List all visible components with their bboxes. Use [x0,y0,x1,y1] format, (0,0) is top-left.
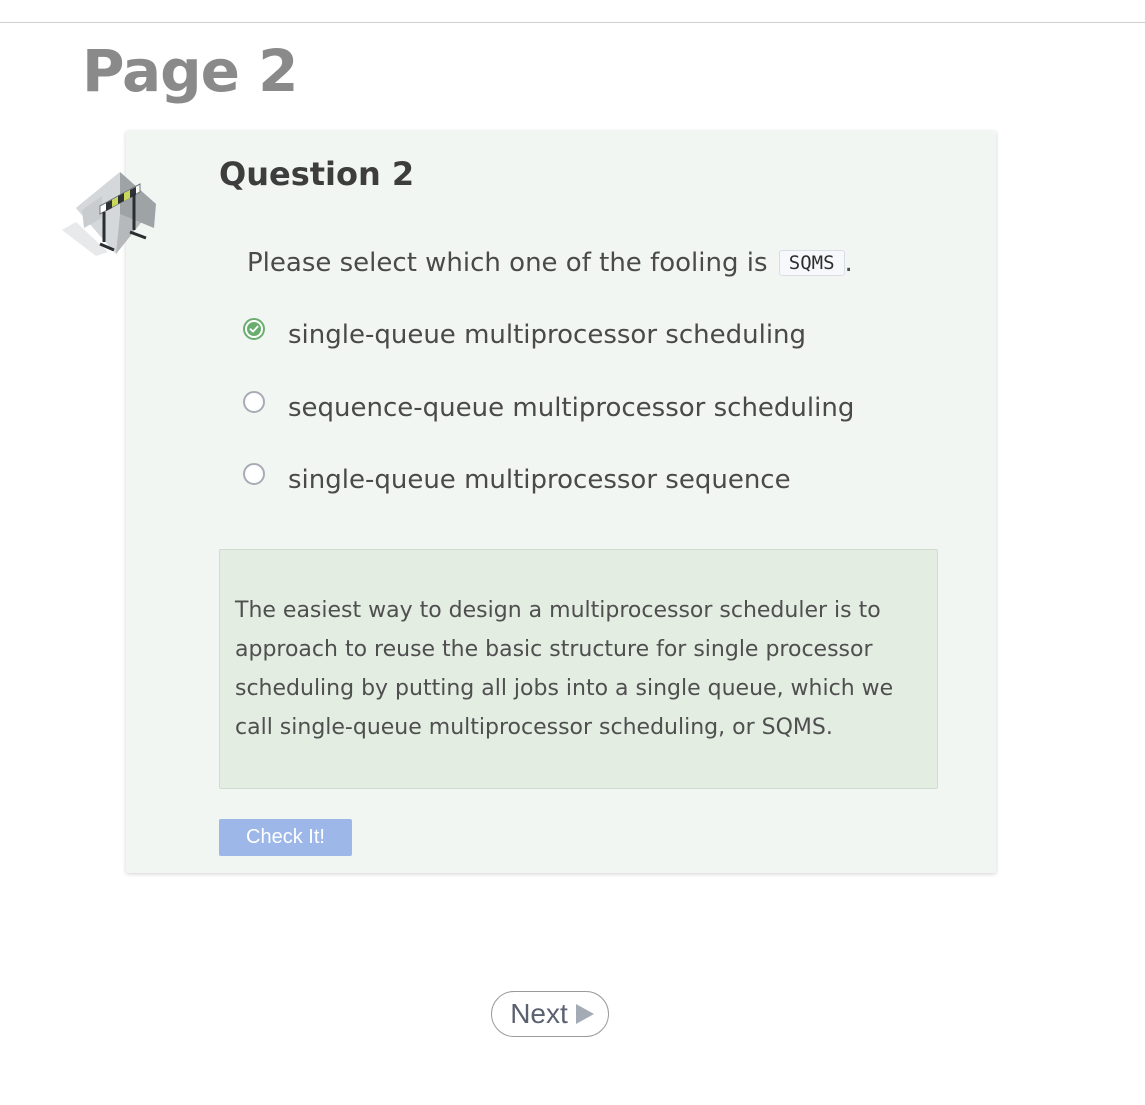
prompt-text: Please select which one of the fooling i… [247,248,768,278]
construction-barrier-icon [62,170,158,258]
feedback-text: The easiest way to design a multiprocess… [235,598,894,740]
check-it-button[interactable]: Check It! [219,819,352,856]
option-2[interactable]: sequence-queue multiprocessor scheduling [243,388,854,428]
top-divider [0,22,1145,23]
question-title: Question 2 [219,155,415,193]
answer-feedback: The easiest way to design a multiprocess… [219,549,938,789]
page-title: Page 2 [82,37,298,105]
prompt-code: SQMS [778,250,845,276]
option-3[interactable]: single-queue multiprocessor sequence [243,460,791,500]
option-1[interactable]: single-queue multiprocessor scheduling [243,315,806,355]
option-label: single-queue multiprocessor sequence [288,465,791,495]
radio-selected-icon[interactable] [243,318,265,340]
option-label: single-queue multiprocessor scheduling [288,320,807,350]
play-icon [575,1004,594,1024]
next-label: Next [510,998,568,1029]
prompt-suffix: . [844,248,853,278]
checkmark-icon [247,322,261,336]
option-label: sequence-queue multiprocessor scheduling [288,393,855,423]
radio-icon[interactable] [243,391,265,413]
radio-icon[interactable] [243,463,265,485]
question-prompt: Please select which one of the fooling i… [247,244,853,284]
next-button[interactable]: Next [491,991,609,1037]
